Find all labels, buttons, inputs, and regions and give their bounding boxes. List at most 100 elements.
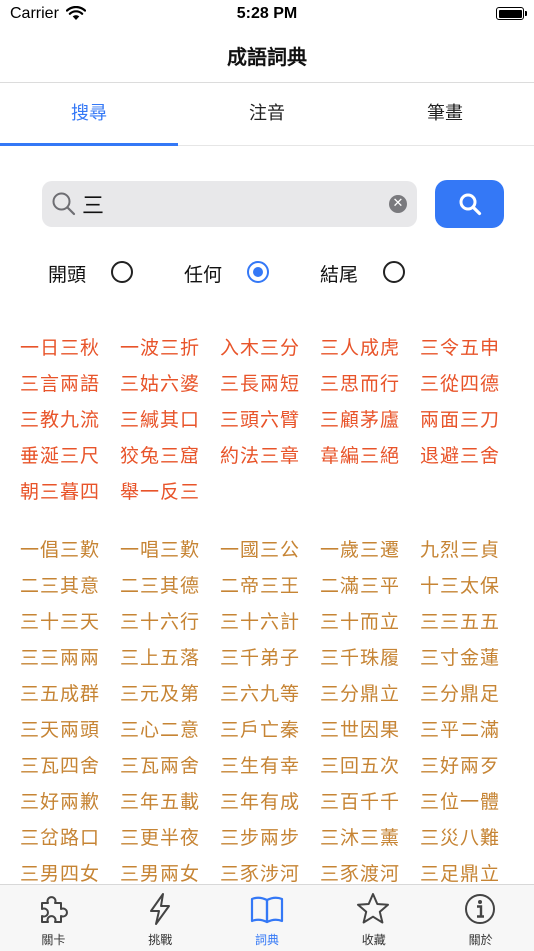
idiom-result[interactable]: 十三太保 xyxy=(420,568,520,604)
idiom-result[interactable]: 一國三公 xyxy=(220,532,320,568)
idiom-result[interactable]: 三六九等 xyxy=(220,676,320,712)
idiom-result[interactable]: 三年有成 xyxy=(220,784,320,820)
idiom-result[interactable]: 三十六計 xyxy=(220,604,320,640)
idiom-result[interactable]: 三更半夜 xyxy=(120,820,220,856)
idiom-result[interactable]: 一波三折 xyxy=(120,330,220,366)
tab-label: 關於 xyxy=(468,933,493,947)
idiom-result[interactable]: 三顧茅廬 xyxy=(320,402,420,438)
idiom-result[interactable]: 三頭六臂 xyxy=(220,402,320,438)
idiom-result[interactable]: 三思而行 xyxy=(320,366,420,402)
idiom-result[interactable]: 一日三秋 xyxy=(20,330,120,366)
idiom-result[interactable]: 一倡三歎 xyxy=(20,532,120,568)
idiom-result[interactable]: 三瓦四舍 xyxy=(20,748,120,784)
idiom-result[interactable]: 二三其德 xyxy=(120,568,220,604)
idiom-result[interactable]: 三位一體 xyxy=(420,784,520,820)
idiom-result[interactable]: 三元及第 xyxy=(120,676,220,712)
idiom-result[interactable]: 兩面三刀 xyxy=(420,402,520,438)
idiom-result[interactable]: 三從四德 xyxy=(420,366,520,402)
idiom-result[interactable]: 三寸金蓮 xyxy=(420,640,520,676)
idiom-result[interactable]: 三十六行 xyxy=(120,604,220,640)
idiom-result[interactable]: 三上五落 xyxy=(120,640,220,676)
tab-challenge[interactable]: 挑戰 xyxy=(107,885,214,951)
idiom-result[interactable]: 垂涎三尺 xyxy=(20,438,120,474)
idiom-result[interactable]: 三分鼎足 xyxy=(420,676,520,712)
idiom-result[interactable]: 三令五申 xyxy=(420,330,520,366)
idiom-result[interactable]: 狡兔三窟 xyxy=(120,438,220,474)
tab-zhuyin[interactable]: 注音 xyxy=(178,83,356,145)
idiom-result[interactable]: 三岔路口 xyxy=(20,820,120,856)
search-icon xyxy=(459,193,482,216)
search-input[interactable] xyxy=(82,188,382,220)
star-icon xyxy=(357,893,390,924)
tab-bar: 關卡 挑戰 詞典 收藏 關於 xyxy=(0,884,534,951)
idiom-result[interactable]: 三心二意 xyxy=(120,712,220,748)
tab-search[interactable]: 搜尋 xyxy=(0,83,178,145)
info-icon xyxy=(465,894,496,924)
magnifier-icon xyxy=(52,192,76,216)
idiom-result[interactable]: 二帝三王 xyxy=(220,568,320,604)
idiom-result[interactable]: 一歲三遷 xyxy=(320,532,420,568)
tab-levels[interactable]: 關卡 xyxy=(0,885,107,951)
idiom-result[interactable]: 三人成虎 xyxy=(320,330,420,366)
page-title: 成語詞典 xyxy=(227,45,307,69)
tab-label: 詞典 xyxy=(254,933,279,947)
tab-favorites[interactable]: 收藏 xyxy=(320,885,427,951)
idiom-result[interactable]: 三好兩歹 xyxy=(420,748,520,784)
idiom-result[interactable]: 三沐三薰 xyxy=(320,820,420,856)
search-mode-tabs: 搜尋 注音 筆畫 xyxy=(0,83,534,146)
idiom-result[interactable]: 三好兩歉 xyxy=(20,784,120,820)
idiom-result[interactable]: 三十而立 xyxy=(320,604,420,640)
idiom-result[interactable]: 三災八難 xyxy=(420,820,520,856)
idiom-result[interactable]: 三年五載 xyxy=(120,784,220,820)
idiom-result[interactable]: 入木三分 xyxy=(220,330,320,366)
idiom-result[interactable]: 二滿三平 xyxy=(320,568,420,604)
tab-stroke[interactable]: 筆畫 xyxy=(356,83,534,145)
bolt-icon xyxy=(149,893,170,925)
idiom-result[interactable]: 三步兩步 xyxy=(220,820,320,856)
idiom-result[interactable]: 三千珠履 xyxy=(320,640,420,676)
idiom-result[interactable]: 一唱三歎 xyxy=(120,532,220,568)
idiom-result[interactable]: 三平二滿 xyxy=(420,712,520,748)
idiom-result[interactable]: 二三其意 xyxy=(20,568,120,604)
radio-button[interactable] xyxy=(247,261,269,283)
battery-icon xyxy=(496,7,527,20)
results-secondary: 一倡三歎 一唱三歎 一國三公 一歲三遷 九烈三貞二三其意 二三其德 二帝三王 二滿三平 十三太保… xyxy=(20,532,520,892)
idiom-result[interactable]: 三瓦兩舍 xyxy=(120,748,220,784)
match-position-options: 開頭 任何 結尾 xyxy=(0,258,534,290)
idiom-result[interactable]: 三世因果 xyxy=(320,712,420,748)
idiom-result[interactable]: 退避三舍 xyxy=(420,438,520,474)
idiom-result[interactable]: 三教九流 xyxy=(20,402,120,438)
idiom-result[interactable]: 三百千千 xyxy=(320,784,420,820)
status-time: 5:28 PM xyxy=(236,5,298,22)
idiom-result[interactable]: 三三五五 xyxy=(420,604,520,640)
idiom-result[interactable]: 三生有幸 xyxy=(220,748,320,784)
idiom-result[interactable]: 三五成群 xyxy=(20,676,120,712)
idiom-result[interactable]: 三三兩兩 xyxy=(20,640,120,676)
idiom-result[interactable]: 三千弟子 xyxy=(220,640,320,676)
search-field[interactable]: ✕ xyxy=(42,181,417,227)
idiom-result[interactable]: 三分鼎立 xyxy=(320,676,420,712)
idiom-result[interactable]: 韋編三絕 xyxy=(320,438,420,474)
navigation-bar: 成語詞典 xyxy=(0,28,534,83)
idiom-result[interactable]: 九烈三貞 xyxy=(420,532,520,568)
idiom-result[interactable]: 三十三天 xyxy=(20,604,120,640)
radio-label: 開頭 xyxy=(48,264,87,286)
clear-icon[interactable]: ✕ xyxy=(389,195,407,213)
idiom-result[interactable]: 約法三章 xyxy=(220,438,320,474)
idiom-result[interactable]: 三回五次 xyxy=(320,748,420,784)
idiom-result[interactable]: 舉一反三 xyxy=(120,474,220,510)
idiom-result[interactable]: 三緘其口 xyxy=(120,402,220,438)
active-tab-indicator xyxy=(0,143,178,146)
idiom-result[interactable]: 三姑六婆 xyxy=(120,366,220,402)
tab-about[interactable]: 關於 xyxy=(427,885,534,951)
idiom-result[interactable]: 三言兩語 xyxy=(20,366,120,402)
search-button[interactable] xyxy=(435,180,504,228)
radio-button[interactable] xyxy=(383,261,405,283)
idiom-result[interactable]: 朝三暮四 xyxy=(20,474,120,510)
idiom-result[interactable]: 三戶亡秦 xyxy=(220,712,320,748)
idiom-result[interactable]: 三天兩頭 xyxy=(20,712,120,748)
radio-button[interactable] xyxy=(111,261,133,283)
idiom-result[interactable]: 三長兩短 xyxy=(220,366,320,402)
tab-dictionary[interactable]: 詞典 xyxy=(214,885,321,951)
tab-label: 關卡 xyxy=(41,933,66,947)
